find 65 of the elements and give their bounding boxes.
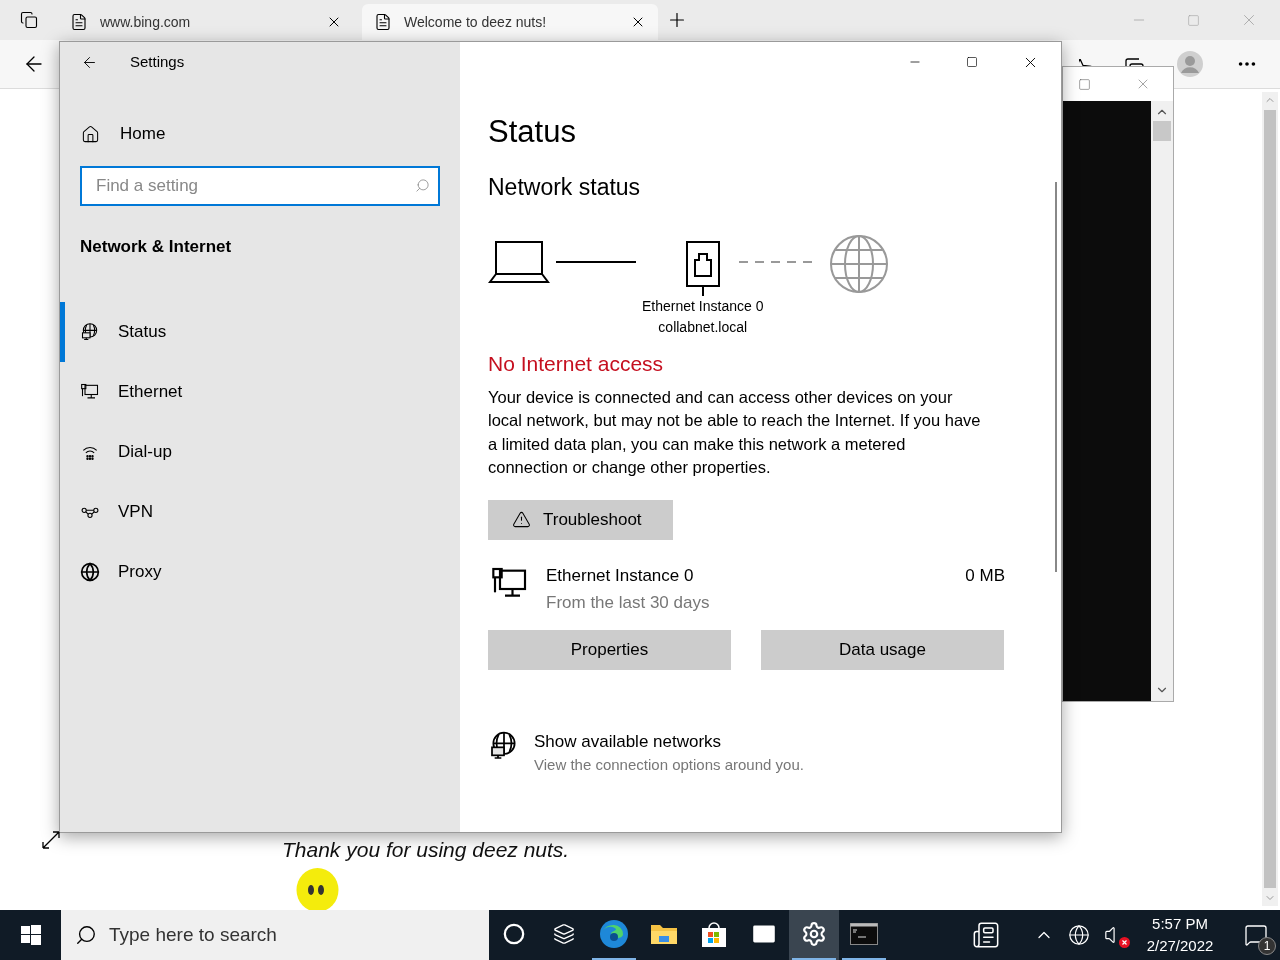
news-icon[interactable] [972, 921, 1000, 949]
maximize-icon[interactable] [966, 56, 978, 68]
globe-icon [80, 561, 100, 582]
tab-title: Welcome to deez nuts! [404, 12, 548, 32]
console-scrollbar[interactable] [1151, 101, 1173, 701]
clock-date[interactable]: 2/27/2022 [1146, 935, 1214, 957]
action-button[interactable]: Data usage [761, 629, 1004, 670]
globe-icon [829, 234, 890, 294]
page-icon [70, 13, 88, 31]
edge-icon [599, 919, 629, 949]
muted-badge-icon [1119, 937, 1130, 948]
tab-title: www.bing.com [100, 12, 192, 32]
task-view-icon [553, 923, 575, 945]
settings-icon [801, 921, 827, 947]
resize-cursor-icon [41, 830, 61, 850]
search-field[interactable]: Find a setting [80, 166, 440, 206]
cortana-icon [503, 923, 525, 945]
network-icon[interactable] [1068, 924, 1090, 946]
globe-monitor-icon [80, 321, 100, 342]
folder-icon [650, 922, 678, 946]
nav-item[interactable]: Dial-up [60, 421, 460, 482]
usage-period: From the last 30 days [546, 591, 711, 614]
nav-item[interactable]: Proxy [60, 541, 460, 602]
notification-count: 1 [1258, 937, 1276, 955]
nav-item[interactable]: VPN [60, 481, 460, 542]
search-icon [415, 178, 430, 193]
link-title[interactable]: Show available networks [534, 729, 804, 754]
taskbar-search-field[interactable]: Type here to search [61, 910, 489, 960]
scrollbar-thumb[interactable] [1153, 121, 1171, 141]
warning-icon [512, 510, 531, 529]
status-description: Your device is connected and can access other devices on your local network, but may not be able to reach the Internet. If you have a limited data plan, you can make this network a metered connection or change other properties. [488, 386, 982, 478]
home-icon [81, 124, 100, 144]
browser-tab[interactable]: Welcome to deez nuts! [362, 4, 658, 40]
scrollbar-thumb[interactable] [1264, 110, 1276, 888]
ethernet-port-icon [684, 240, 721, 296]
taskbar-app[interactable] [789, 910, 839, 960]
clock-time[interactable]: 5:57 PM [1152, 913, 1208, 935]
domain-name: collabnet.local [658, 318, 748, 337]
profile-icon[interactable] [1176, 50, 1204, 78]
page-scrollbar[interactable] [1262, 92, 1278, 906]
nav-item[interactable]: Ethernet [60, 361, 460, 422]
tab-actions-icon[interactable] [20, 11, 38, 29]
usage-amount: 0 MB [965, 564, 1005, 587]
page-title: Status [488, 113, 577, 151]
home-link[interactable]: Home [60, 114, 460, 154]
link-subtitle: View the connection options around you. [534, 754, 804, 775]
browser-tab[interactable]: www.bing.com [58, 4, 354, 40]
usage-adapter-name: Ethernet Instance 0 [546, 564, 695, 587]
section-heading: Network status [488, 173, 642, 202]
status-title: No Internet access [488, 351, 665, 377]
console-icon [850, 923, 878, 945]
troubleshoot-button[interactable]: Troubleshoot [488, 499, 673, 540]
nav-item[interactable]: Status [60, 301, 460, 362]
laptop-icon [488, 240, 550, 286]
section-title: Network & Internet [79, 236, 233, 258]
page-message: Thank you for using deez nuts. [282, 838, 570, 861]
smiley-icon [296, 868, 339, 912]
adapter-name: Ethernet Instance 0 [642, 297, 764, 316]
action-button[interactable]: Properties [488, 629, 731, 670]
window-title: Settings [130, 51, 185, 72]
store-icon [701, 920, 727, 948]
search-icon [75, 924, 97, 946]
page-icon [374, 13, 392, 31]
content-scrollbar[interactable] [1055, 182, 1057, 572]
windows-start-icon[interactable] [20, 925, 41, 945]
